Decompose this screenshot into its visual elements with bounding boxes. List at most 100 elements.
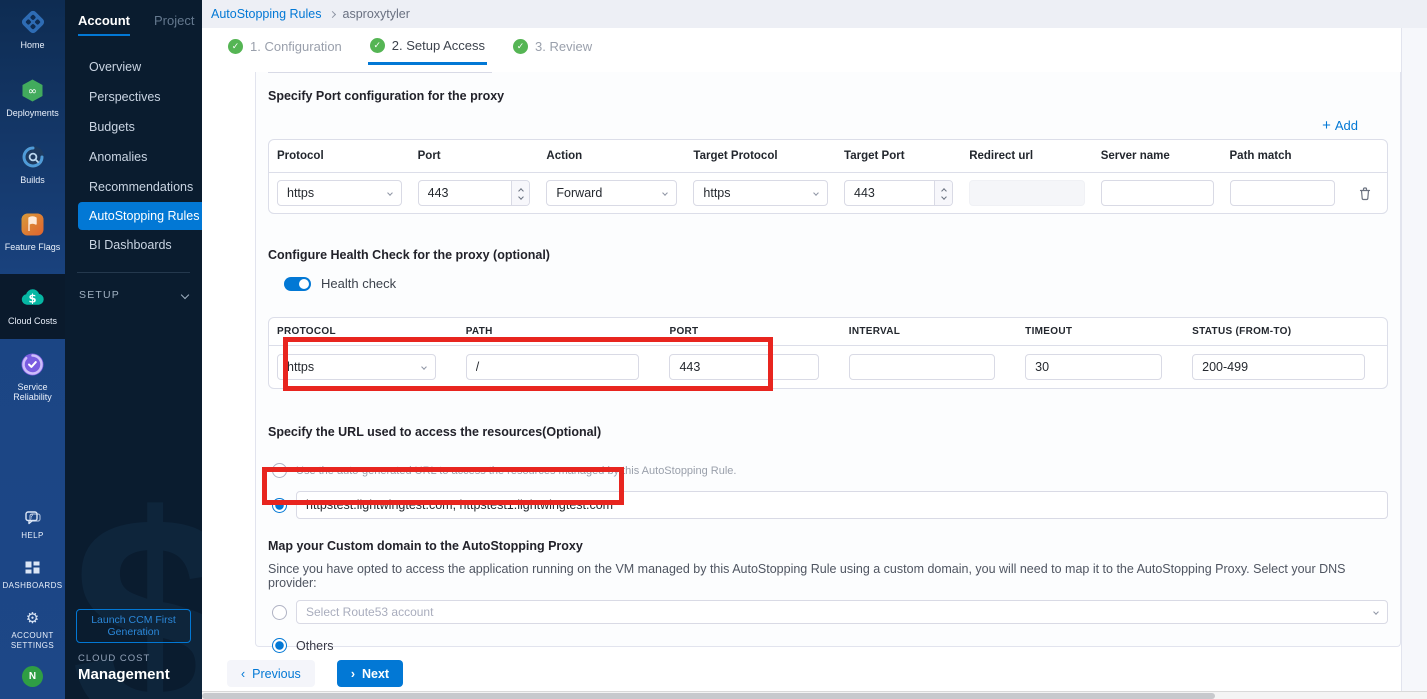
next-label: Next xyxy=(362,667,389,681)
hc-timeout-input[interactable] xyxy=(1025,354,1162,380)
step-label: 1. Configuration xyxy=(250,39,342,54)
harness-home-icon xyxy=(20,9,46,35)
sidebar-item-anomalies[interactable]: Anomalies xyxy=(65,142,202,172)
col-port: Port xyxy=(410,150,539,162)
rail-item-home[interactable]: Home xyxy=(0,9,65,50)
rail-item-account-settings[interactable]: ⚙ ACCOUNT SETTINGS xyxy=(0,610,65,651)
col-protocol: Protocol xyxy=(269,150,410,162)
col-hc-status: STATUS (FROM-TO) xyxy=(1184,326,1387,337)
sidebar-item-recommendations[interactable]: Recommendations xyxy=(65,172,202,202)
action-select[interactable]: Forward xyxy=(546,180,677,206)
sidebar-spacer xyxy=(65,301,202,609)
port-stepper[interactable] xyxy=(511,181,529,205)
target-port-input[interactable] xyxy=(845,181,934,205)
chevron-down-icon xyxy=(387,190,393,196)
chevron-left-icon: ‹ xyxy=(241,667,245,681)
protocol-select[interactable]: https xyxy=(277,180,402,206)
col-hc-path: PATH xyxy=(458,326,662,337)
col-action: Action xyxy=(538,150,685,162)
builds-icon xyxy=(20,144,46,170)
svg-text:∞: ∞ xyxy=(28,84,37,97)
chevron-down-icon xyxy=(813,190,819,196)
path-match-input[interactable] xyxy=(1230,180,1336,206)
rail-item-cloud-costs[interactable]: $ Cloud Costs xyxy=(0,274,65,339)
redirect-url-input[interactable] xyxy=(969,180,1085,206)
sidebar-setup[interactable]: SETUP xyxy=(65,273,202,301)
hc-interval-input[interactable] xyxy=(849,354,995,380)
port-input[interactable] xyxy=(419,181,512,205)
scrollbar-thumb[interactable] xyxy=(202,693,1215,699)
sidebar-item-autostopping-rules[interactable]: AutoStopping Rules xyxy=(78,202,202,230)
step-complete-check-icon: ✓ xyxy=(370,38,385,53)
rail-item-label: HELP xyxy=(21,531,44,541)
tab-account[interactable]: Account xyxy=(78,13,130,36)
rail-item-dashboards[interactable]: DASHBOARDS xyxy=(0,560,65,591)
add-label: Add xyxy=(1335,118,1358,133)
sidebar-item-perspectives[interactable]: Perspectives xyxy=(65,82,202,112)
clipped-field-divider xyxy=(268,72,492,73)
sidebar-item-bi-dashboards[interactable]: BI Dashboards xyxy=(65,230,202,260)
wizard-steps: ✓ 1. Configuration ✓ 2. Setup Access ✓ 3… xyxy=(202,28,1401,65)
sidebar-menu: Overview Perspectives Budgets Anomalies … xyxy=(65,52,202,260)
rail-item-feature-flags[interactable]: Feature Flags xyxy=(0,211,65,252)
health-check-toggle[interactable] xyxy=(284,277,311,291)
user-avatar[interactable]: N xyxy=(22,666,43,687)
delete-row-trash-icon[interactable] xyxy=(1358,186,1372,201)
port-config-section-label: Specify Port configuration for the proxy xyxy=(268,89,1388,103)
breadcrumb: AutoStopping Rules asproxytyler xyxy=(202,0,1427,28)
wizard-footer: ‹ Previous › Next xyxy=(227,660,1401,687)
rail-item-deployments[interactable]: ∞ Deployments xyxy=(0,77,65,118)
previous-button[interactable]: ‹ Previous xyxy=(227,660,315,687)
setup-label: SETUP xyxy=(79,289,120,301)
step-configuration[interactable]: ✓ 1. Configuration xyxy=(226,28,344,65)
url-section-label: Specify the URL used to access the resou… xyxy=(268,425,1388,439)
step-setup-access[interactable]: ✓ 2. Setup Access xyxy=(368,28,487,65)
module-rail: Home ∞ Deployments Builds Feature Flags … xyxy=(0,0,65,699)
rail-item-builds[interactable]: Builds xyxy=(0,144,65,185)
route53-option-row: Select Route53 account xyxy=(268,600,1388,624)
col-hc-timeout: TIMEOUT xyxy=(1017,326,1184,337)
scope-tabs: Account Project xyxy=(65,0,202,42)
custom-domain-description: Since you have opted to access the appli… xyxy=(268,562,1388,590)
route53-placeholder: Select Route53 account xyxy=(306,605,433,619)
others-label: Others xyxy=(296,639,334,653)
annotation-highlight-custom-url xyxy=(262,467,624,505)
server-name-input[interactable] xyxy=(1101,180,1214,206)
help-icon: ? xyxy=(25,510,41,526)
route53-radio[interactable] xyxy=(272,605,287,620)
add-port-button[interactable]: + Add xyxy=(1322,118,1358,133)
rail-user[interactable]: N xyxy=(0,666,65,687)
next-button[interactable]: › Next xyxy=(337,660,403,687)
breadcrumb-chevron-icon xyxy=(328,10,335,17)
horizontal-scrollbar[interactable] xyxy=(202,691,1427,699)
rail-item-label: Cloud Costs xyxy=(8,316,57,326)
right-gutter xyxy=(1401,28,1427,691)
deployments-icon: ∞ xyxy=(20,77,46,103)
step-review[interactable]: ✓ 3. Review xyxy=(511,28,594,65)
step-complete-check-icon: ✓ xyxy=(228,39,243,54)
target-port-stepper[interactable] xyxy=(934,181,952,205)
sidebar-item-budgets[interactable]: Budgets xyxy=(65,112,202,142)
hc-status-input[interactable] xyxy=(1192,354,1365,380)
chevron-right-icon: › xyxy=(351,667,355,681)
target-protocol-select[interactable]: https xyxy=(693,180,828,206)
previous-label: Previous xyxy=(252,667,301,681)
autostopping-setup-access-page: { "colors": { "accent": "#0278d5", "succ… xyxy=(0,0,1427,699)
others-radio[interactable] xyxy=(272,638,287,653)
tab-project[interactable]: Project xyxy=(154,13,194,28)
sidebar-item-overview[interactable]: Overview xyxy=(65,52,202,82)
rail-item-help[interactable]: ? HELP xyxy=(0,510,65,541)
rail-item-label: Service Reliability xyxy=(7,382,59,402)
step-complete-check-icon: ✓ xyxy=(513,39,528,54)
breadcrumb-autostopping-rules-link[interactable]: AutoStopping Rules xyxy=(211,7,322,21)
stepper-down-icon xyxy=(518,194,524,200)
launch-ccm-first-gen-button[interactable]: Launch CCM First Generation xyxy=(76,609,191,643)
rail-item-service-reliability[interactable]: Service Reliability xyxy=(0,351,65,402)
rail-item-label: Feature Flags xyxy=(5,242,61,252)
ccm-sidebar: $ Account Project Overview Perspectives … xyxy=(65,0,202,699)
annotation-highlight-health-check xyxy=(283,337,773,391)
feature-flags-icon xyxy=(20,211,46,237)
route53-account-select[interactable]: Select Route53 account xyxy=(296,600,1388,624)
col-server-name: Server name xyxy=(1093,150,1222,162)
step-label: 3. Review xyxy=(535,39,592,54)
